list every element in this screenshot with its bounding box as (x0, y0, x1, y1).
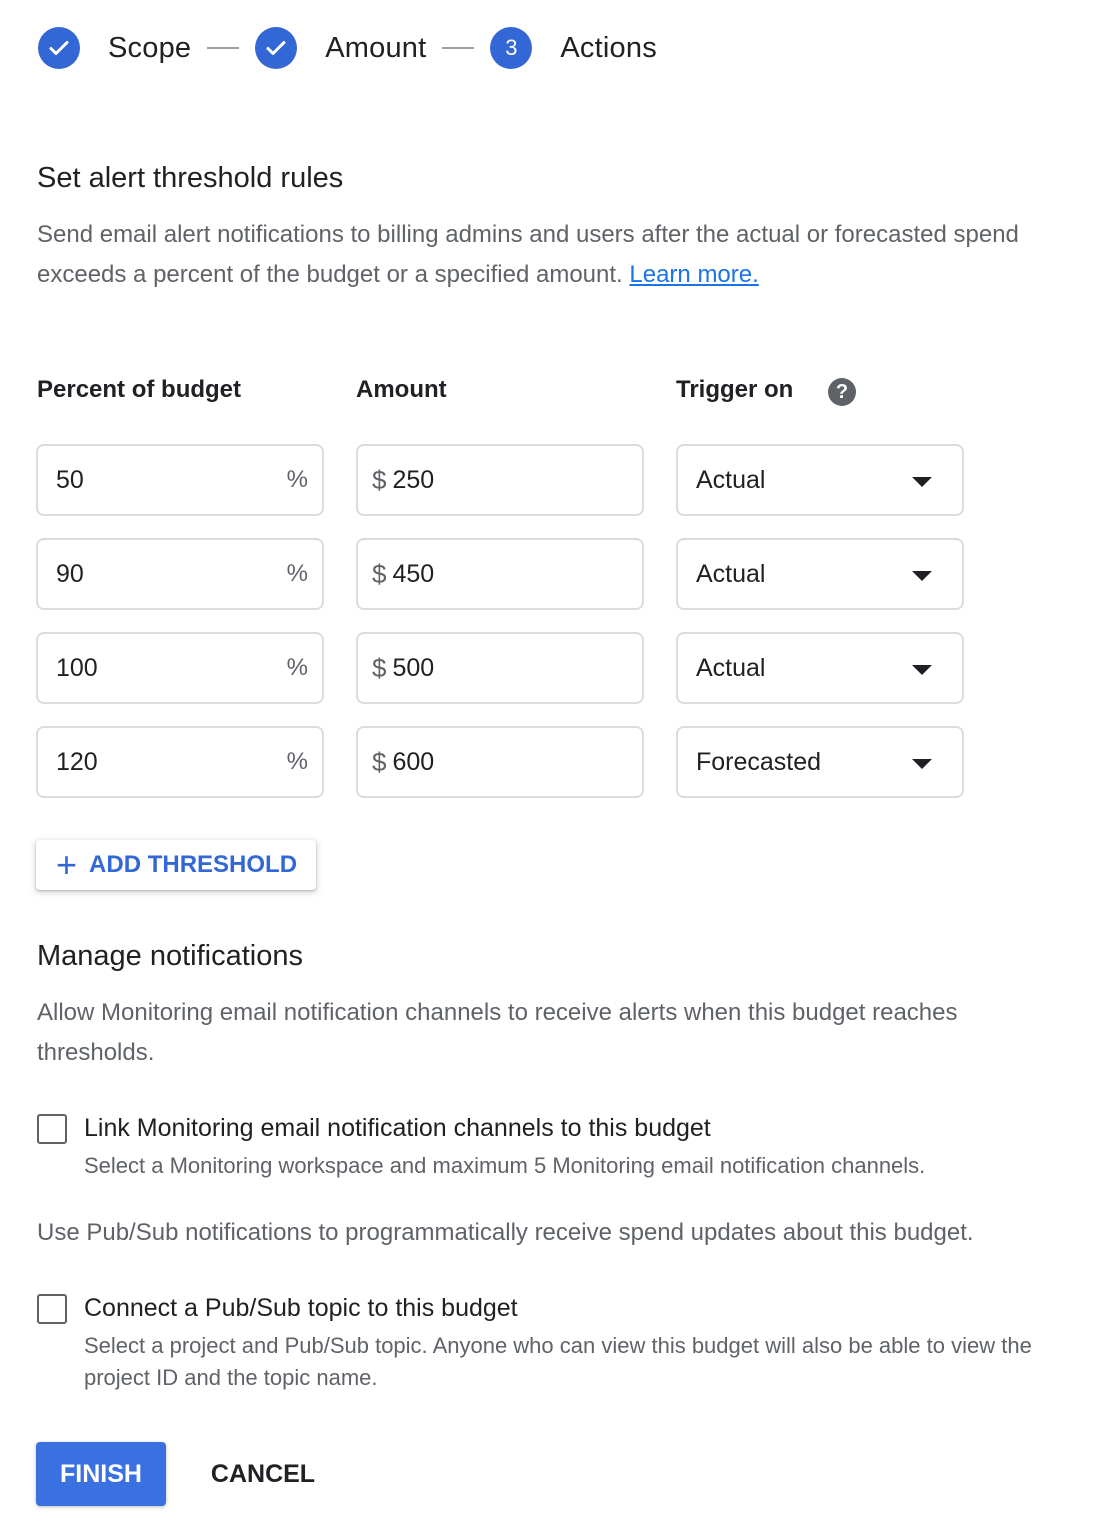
step-actions[interactable]: 3 Actions (490, 27, 657, 69)
trigger-value: Forecasted (696, 747, 822, 776)
pubsub-intro: Use Pub/Sub notifications to programmati… (37, 1219, 974, 1246)
percent-value: 90 (56, 559, 84, 588)
amount-input[interactable]: $ 600 (356, 726, 644, 798)
percent-suffix: % (286, 654, 308, 681)
step-label: Actions (560, 31, 657, 64)
cancel-button[interactable]: CANCEL (196, 1442, 330, 1506)
trigger-select[interactable]: Forecasted (676, 726, 964, 798)
step-divider (442, 47, 475, 49)
alerts-description: Send email alert notifications to billin… (37, 215, 1057, 295)
add-threshold-label: ADD THRESHOLD (89, 851, 298, 878)
notifications-title: Manage notifications (37, 940, 303, 972)
amount-value: 450 (392, 559, 435, 588)
step-number: 3 (490, 27, 533, 69)
column-header-trigger: Trigger on (676, 376, 794, 403)
check-icon (255, 27, 298, 69)
percent-input[interactable]: 120 % (36, 726, 324, 798)
amount-input[interactable]: $ 450 (356, 538, 644, 610)
amount-value: 600 (392, 747, 435, 776)
trigger-value: Actual (696, 653, 766, 682)
amount-input[interactable]: $ 500 (356, 632, 644, 704)
monitoring-checkbox[interactable] (37, 1114, 67, 1144)
pubsub-checkbox-label[interactable]: Connect a Pub/Sub topic to this budget (84, 1294, 518, 1323)
dropdown-arrow-icon (912, 477, 932, 487)
step-scope[interactable]: Scope (38, 27, 191, 69)
notifications-description: Allow Monitoring email notification chan… (37, 999, 958, 1066)
step-divider (207, 47, 240, 49)
percent-suffix: % (286, 466, 308, 493)
trigger-value: Actual (696, 465, 766, 494)
help-icon[interactable]: ? (828, 378, 856, 406)
trigger-select[interactable]: Actual (676, 632, 964, 704)
amount-value: 250 (392, 465, 435, 494)
amount-input[interactable]: $ 250 (356, 444, 644, 516)
percent-input[interactable]: 100 % (36, 632, 324, 704)
percent-value: 100 (56, 653, 98, 682)
column-header-amount: Amount (356, 376, 447, 403)
trigger-select[interactable]: Actual (676, 444, 964, 516)
currency-prefix: $ (372, 464, 387, 495)
check-icon (38, 27, 80, 69)
alerts-description-text: Send email alert notifications to billin… (37, 221, 1019, 288)
percent-input[interactable]: 90 % (36, 538, 324, 610)
amount-value: 500 (392, 653, 435, 682)
pubsub-checkbox-hint: Select a project and Pub/Sub topic. Anyo… (84, 1333, 1032, 1390)
currency-prefix: $ (372, 746, 387, 777)
percent-value: 50 (56, 465, 84, 494)
monitoring-checkbox-hint: Select a Monitoring workspace and maximu… (84, 1153, 926, 1178)
dropdown-arrow-icon (912, 571, 932, 581)
pubsub-checkbox[interactable] (37, 1294, 67, 1324)
monitoring-checkbox-label[interactable]: Link Monitoring email notification chann… (84, 1114, 711, 1143)
percent-suffix: % (286, 748, 308, 775)
dropdown-arrow-icon (912, 665, 932, 675)
currency-prefix: $ (372, 558, 387, 589)
percent-suffix: % (286, 560, 308, 587)
learn-more-link[interactable]: Learn more. (629, 261, 758, 288)
percent-input[interactable]: 50 % (36, 444, 324, 516)
trigger-value: Actual (696, 559, 766, 588)
column-header-percent: Percent of budget (37, 376, 242, 403)
dropdown-arrow-icon (912, 759, 932, 769)
add-threshold-button[interactable]: + ADD THRESHOLD (36, 840, 316, 890)
stepper: Scope Amount 3 Actions (38, 26, 657, 70)
trigger-select[interactable]: Actual (676, 538, 964, 610)
plus-icon: + (56, 844, 78, 885)
percent-value: 120 (56, 747, 98, 776)
step-label: Amount (325, 31, 427, 64)
step-label: Scope (108, 31, 192, 64)
step-amount[interactable]: Amount (255, 27, 426, 69)
alerts-title: Set alert threshold rules (37, 162, 344, 194)
currency-prefix: $ (372, 652, 387, 683)
finish-button[interactable]: FINISH (36, 1442, 166, 1506)
